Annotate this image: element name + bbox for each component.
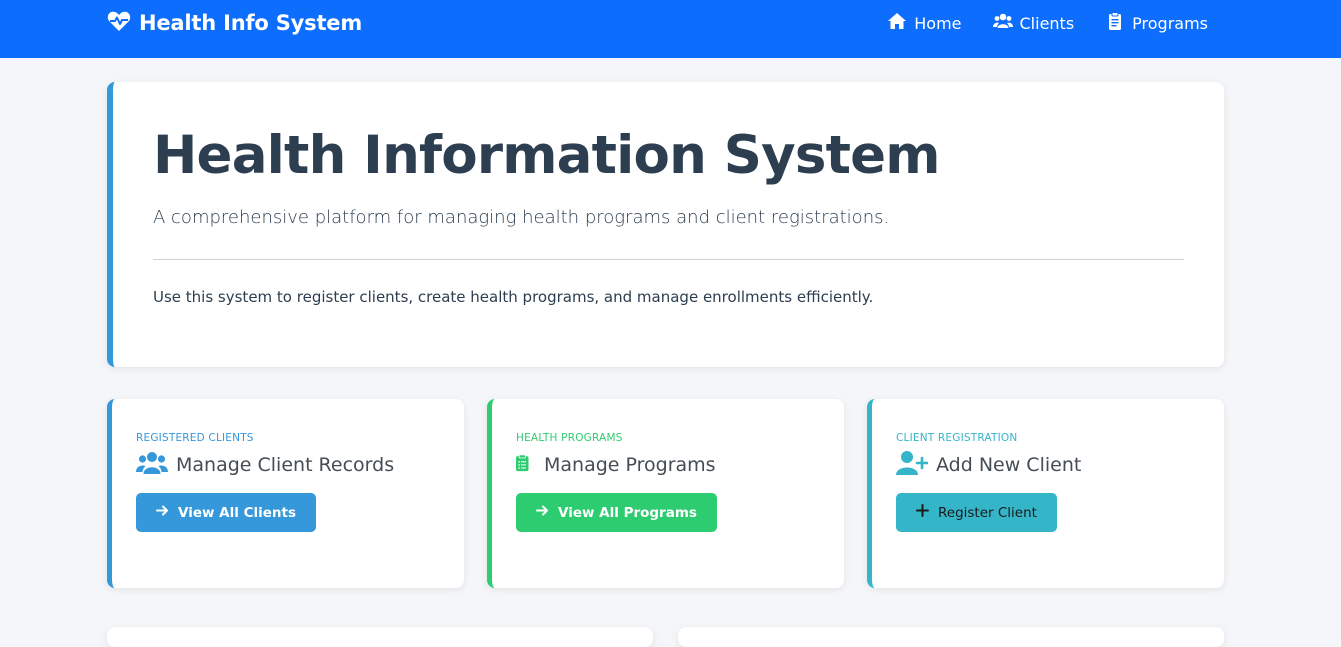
users-icon bbox=[992, 12, 1013, 34]
card-heading: Manage Client Records bbox=[136, 451, 394, 479]
bottom-card-right bbox=[678, 627, 1224, 647]
nav-programs-label: Programs bbox=[1132, 13, 1208, 33]
button-label: Register Client bbox=[938, 504, 1037, 521]
clipboard-icon bbox=[1105, 12, 1125, 34]
card-heading-text: Manage Programs bbox=[544, 454, 716, 476]
button-label: View All Clients bbox=[178, 504, 296, 521]
users-icon bbox=[136, 450, 168, 481]
hero-card: Health Information System A comprehensiv… bbox=[107, 82, 1224, 367]
card-heading-text: Add New Client bbox=[936, 454, 1082, 476]
card-health-programs: Health Programs Manage Programs View All… bbox=[487, 399, 844, 588]
nav-clients-label: Clients bbox=[1019, 13, 1075, 33]
view-all-clients-button[interactable]: View All Clients bbox=[136, 493, 316, 532]
card-client-registration: Client Registration Add New Client Regis… bbox=[867, 399, 1224, 588]
arrow-right-icon bbox=[536, 504, 549, 521]
card-heading: Add New Client bbox=[896, 450, 1082, 481]
bottom-card-left bbox=[107, 627, 653, 647]
card-heading: Manage Programs bbox=[516, 451, 716, 479]
nav-home-label: Home bbox=[914, 13, 962, 33]
register-client-button[interactable]: Register Client bbox=[896, 493, 1057, 532]
card-eyebrow: Health Programs bbox=[516, 432, 623, 444]
nav-clients[interactable]: Clients bbox=[992, 12, 1075, 34]
home-icon bbox=[887, 12, 907, 34]
nav-links: Home Clients Programs bbox=[887, 9, 1208, 37]
clipboard-list-icon bbox=[516, 450, 536, 481]
arrow-right-icon bbox=[156, 504, 169, 521]
hero-lead: A comprehensive platform for managing he… bbox=[153, 207, 890, 228]
view-all-programs-button[interactable]: View All Programs bbox=[516, 493, 717, 532]
card-eyebrow: Client Registration bbox=[896, 432, 1018, 444]
heartbeat-icon bbox=[107, 10, 131, 37]
hero-divider bbox=[153, 259, 1184, 260]
user-plus-icon bbox=[896, 450, 929, 481]
navbar: Health Info System Home Clients Programs bbox=[0, 0, 1341, 58]
card-registered-clients: Registered Clients Manage Client Records… bbox=[107, 399, 464, 588]
card-heading-text: Manage Client Records bbox=[176, 454, 395, 476]
nav-programs[interactable]: Programs bbox=[1105, 12, 1208, 34]
plus-icon bbox=[916, 504, 929, 521]
button-label: View All Programs bbox=[558, 504, 697, 521]
nav-home[interactable]: Home bbox=[887, 12, 962, 34]
page-title: Health Information System bbox=[153, 125, 940, 186]
brand-name: Health Info System bbox=[139, 11, 363, 35]
brand-link[interactable]: Health Info System bbox=[107, 9, 362, 37]
card-eyebrow: Registered Clients bbox=[136, 432, 254, 444]
hero-description: Use this system to register clients, cre… bbox=[153, 288, 874, 306]
